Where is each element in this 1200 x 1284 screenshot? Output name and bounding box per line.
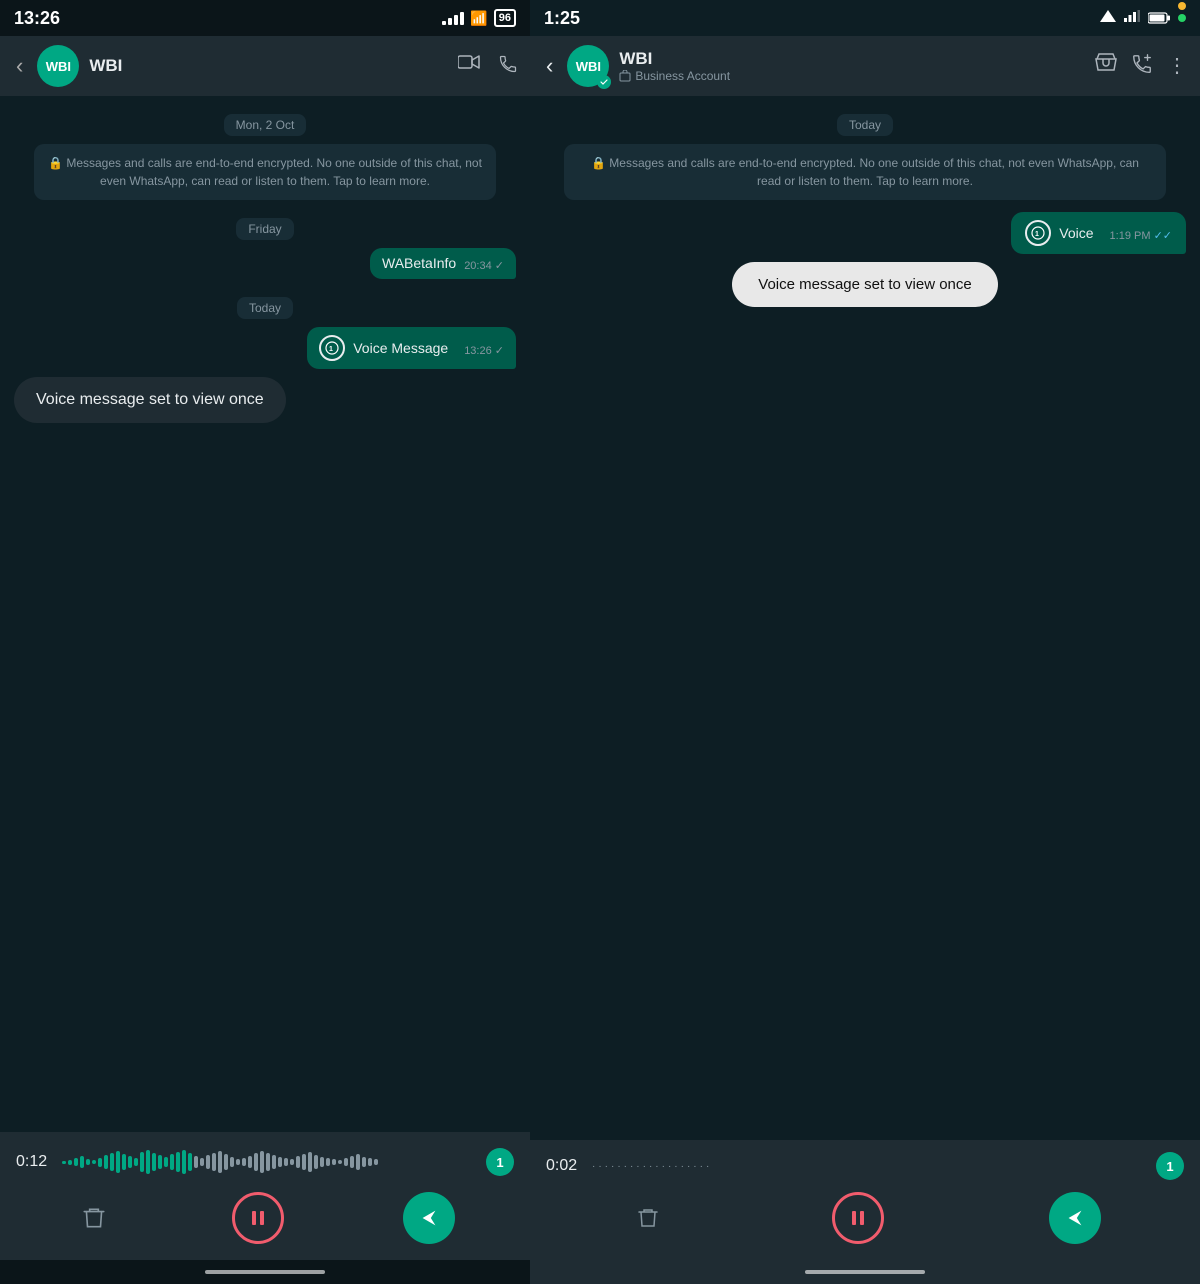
right-voice-message-row: 1 Voice 1:19 PM ✓✓ bbox=[544, 212, 1186, 254]
right-pause-button[interactable] bbox=[832, 1192, 884, 1244]
video-call-icon[interactable] bbox=[458, 54, 480, 79]
left-time: 13:26 bbox=[14, 8, 60, 29]
date-label-friday: Friday bbox=[236, 218, 293, 240]
right-send-button[interactable] bbox=[1049, 1192, 1101, 1244]
encryption-notice[interactable]: 🔒 Messages and calls are end-to-end encr… bbox=[34, 144, 496, 200]
right-delete-button[interactable] bbox=[629, 1199, 667, 1237]
date-divider-today: Today bbox=[14, 299, 516, 317]
pause-button[interactable] bbox=[232, 1192, 284, 1244]
right-encryption-notice[interactable]: 🔒 Messages and calls are end-to-end encr… bbox=[564, 144, 1166, 200]
right-player-time-row: 0:02 ··················· 1 bbox=[546, 1152, 1184, 1180]
right-voice-msg-label: Voice bbox=[1059, 225, 1093, 241]
right-speed-badge[interactable]: 1 bbox=[1156, 1152, 1184, 1180]
date-label-monday: Mon, 2 Oct bbox=[224, 114, 307, 136]
back-button[interactable]: ‹ bbox=[12, 49, 27, 83]
right-header-icons: ⋮ bbox=[1095, 53, 1188, 80]
right-time: 1:25 bbox=[544, 8, 580, 29]
msg-time-wabetainfo: 20:34 ✓ bbox=[464, 259, 504, 272]
left-chat-header: ‹ WBI WBI bbox=[0, 36, 530, 96]
message-row-voice: 1 Voice Message 13:26 ✓ bbox=[14, 327, 516, 369]
send-button[interactable] bbox=[403, 1192, 455, 1244]
verified-icon bbox=[597, 75, 611, 89]
right-status-icons bbox=[1100, 9, 1186, 27]
left-chat-area[interactable]: Mon, 2 Oct 🔒 Messages and calls are end-… bbox=[0, 96, 530, 1132]
right-encryption-text: 🔒 Messages and calls are end-to-end encr… bbox=[591, 156, 1139, 188]
right-waveform: ··················· bbox=[592, 1161, 1146, 1172]
avatar: WBI bbox=[37, 45, 79, 87]
right-home-indicator bbox=[530, 1260, 1200, 1284]
right-player-bar: 0:02 ··················· 1 bbox=[530, 1140, 1200, 1260]
view-once-icon: 1 bbox=[319, 335, 345, 361]
contact-name: WBI bbox=[89, 56, 448, 76]
avatar-initials: WBI bbox=[46, 59, 71, 74]
voice-call-icon[interactable] bbox=[498, 54, 518, 79]
right-avatar-initials: WBI bbox=[576, 59, 601, 74]
right-contact-info: WBI Business Account bbox=[619, 49, 1085, 83]
player-time-row: 0:12 1 bbox=[16, 1144, 514, 1180]
notification-dot bbox=[1178, 2, 1186, 10]
right-home-indicator-bar bbox=[805, 1270, 925, 1274]
right-chat-header: ‹ WBI WBI Business Account bbox=[530, 36, 1200, 96]
date-label-today: Today bbox=[237, 297, 293, 319]
right-panel: 1:25 bbox=[530, 0, 1200, 1284]
battery-indicator: 96 bbox=[494, 9, 516, 27]
right-view-once-icon: 1 bbox=[1025, 220, 1051, 246]
more-menu-icon[interactable]: ⋮ bbox=[1167, 53, 1188, 80]
date-divider-monday: Mon, 2 Oct bbox=[14, 116, 516, 134]
bubble-wabetainfo[interactable]: WABetaInfo 20:34 ✓ bbox=[370, 248, 516, 279]
header-icons bbox=[458, 54, 518, 79]
view-once-bubble: Voice message set to view once bbox=[14, 377, 286, 423]
left-panel: 13:26 📶 96 ‹ WBI WBI bbox=[0, 0, 530, 1284]
business-label: Business Account bbox=[635, 69, 730, 83]
view-once-info-row: Voice message set to view once bbox=[14, 377, 516, 423]
player-controls bbox=[16, 1192, 514, 1248]
right-date-label-today: Today bbox=[837, 114, 893, 136]
store-icon[interactable] bbox=[1095, 53, 1117, 80]
add-call-icon[interactable] bbox=[1131, 53, 1153, 80]
msg-text-wabetainfo: WABetaInfo bbox=[382, 255, 456, 271]
battery-icon-right bbox=[1148, 12, 1170, 24]
voice-msg-time: 13:26 ✓ bbox=[464, 344, 504, 357]
left-status-icons: 📶 96 bbox=[442, 9, 516, 27]
right-view-once-text: Voice message set to view once bbox=[758, 276, 971, 293]
right-player-controls bbox=[546, 1192, 1184, 1248]
speed-badge[interactable]: 1 bbox=[486, 1148, 514, 1176]
right-avatar-container: WBI bbox=[567, 45, 609, 87]
voice-msg-label: Voice Message bbox=[353, 340, 448, 356]
green-dot bbox=[1178, 14, 1186, 22]
signal-icon bbox=[442, 12, 464, 25]
delete-button[interactable] bbox=[75, 1199, 113, 1237]
right-status-bar: 1:25 bbox=[530, 0, 1200, 36]
left-player-bar: 0:12 1 bbox=[0, 1132, 530, 1260]
right-back-button[interactable]: ‹ bbox=[542, 49, 557, 83]
view-once-text: Voice message set to view once bbox=[36, 391, 264, 408]
bubble-voice[interactable]: 1 Voice Message 13:26 ✓ bbox=[307, 327, 516, 369]
signal-icon-right bbox=[1124, 9, 1140, 27]
encryption-text: 🔒 Messages and calls are end-to-end encr… bbox=[48, 156, 482, 188]
waveform bbox=[62, 1144, 476, 1180]
left-home-indicator bbox=[0, 1260, 530, 1284]
date-divider-friday: Friday bbox=[14, 220, 516, 238]
svg-text:1: 1 bbox=[329, 346, 333, 353]
left-status-bar: 13:26 📶 96 bbox=[0, 0, 530, 36]
right-date-divider-today: Today bbox=[544, 116, 1186, 134]
home-indicator-bar bbox=[205, 1270, 325, 1274]
business-badge: Business Account bbox=[619, 69, 1085, 83]
right-voice-bubble[interactable]: 1 Voice 1:19 PM ✓✓ bbox=[1011, 212, 1186, 254]
msg-ticks: ✓ bbox=[495, 260, 504, 272]
player-time: 0:12 bbox=[16, 1153, 52, 1171]
right-voice-msg-time: 1:19 PM ✓✓ bbox=[1110, 229, 1172, 242]
svg-text:1: 1 bbox=[1035, 231, 1039, 238]
right-contact-name: WBI bbox=[619, 49, 1085, 69]
right-view-once-info-row: Voice message set to view once bbox=[544, 262, 1186, 307]
wifi-icon: 📶 bbox=[470, 10, 487, 27]
voice-msg-ticks: ✓ bbox=[495, 345, 504, 357]
right-view-once-bubble: Voice message set to view once bbox=[732, 262, 997, 307]
message-row-wabetainfo: WABetaInfo 20:34 ✓ bbox=[14, 248, 516, 279]
wifi-icon-right bbox=[1100, 9, 1116, 27]
right-player-time: 0:02 bbox=[546, 1157, 582, 1175]
contact-info: WBI bbox=[89, 56, 448, 76]
right-voice-msg-ticks: ✓✓ bbox=[1154, 230, 1172, 242]
right-chat-area[interactable]: Today 🔒 Messages and calls are end-to-en… bbox=[530, 96, 1200, 1140]
